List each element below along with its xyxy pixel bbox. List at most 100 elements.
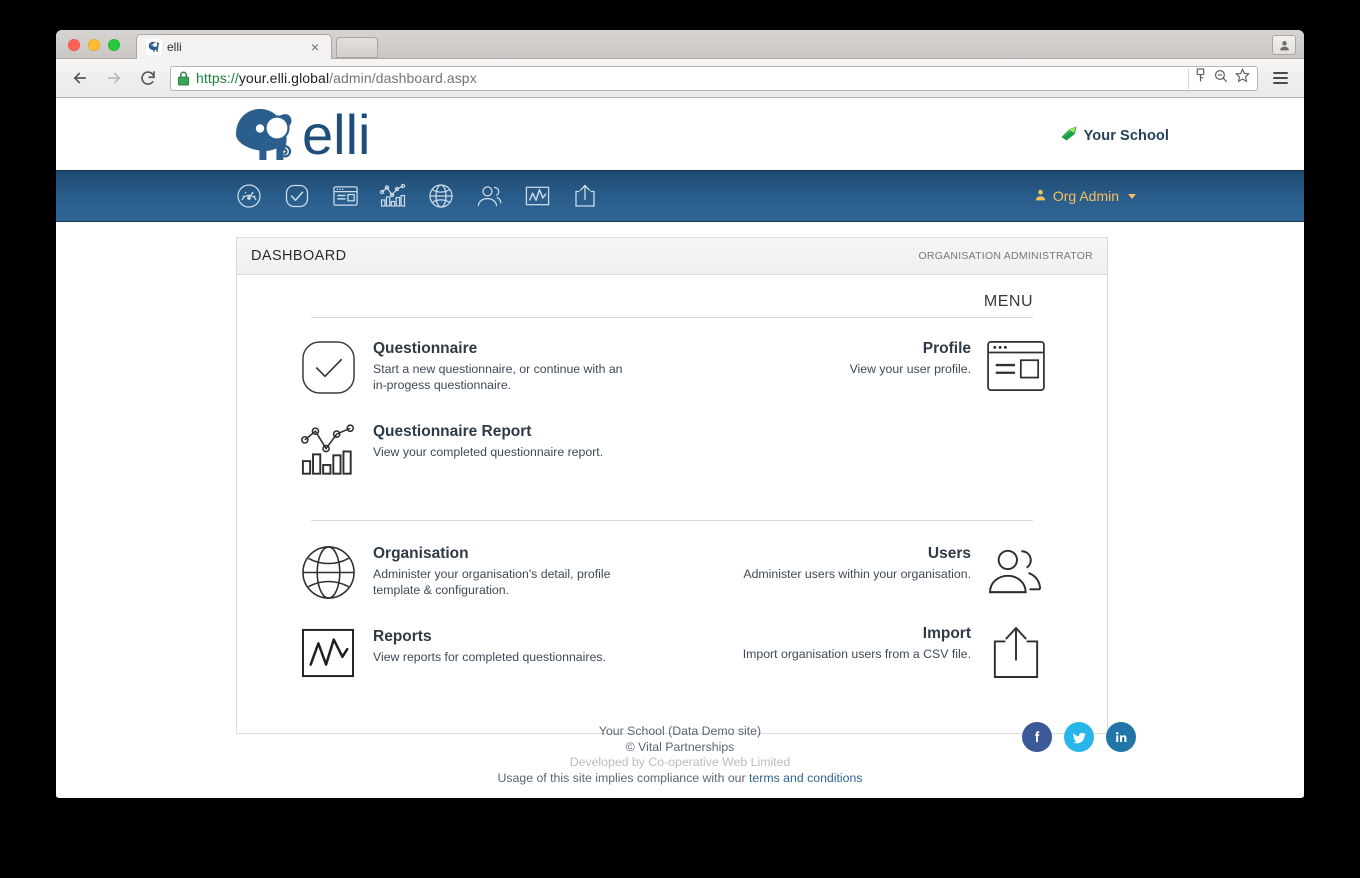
new-tab-button[interactable] <box>336 37 378 58</box>
organisation-globe-icon[interactable] <box>426 181 456 211</box>
elli-elephant-logo: elli <box>236 103 370 164</box>
url-scheme: https:// <box>196 70 239 86</box>
browser-toolbar: https://your.elli.global/admin/dashboard… <box>56 59 1304 98</box>
menu-item-desc: View reports for completed questionnaire… <box>373 650 606 664</box>
menu-item-reports[interactable]: Reports View reports for completed quest… <box>297 626 662 678</box>
terms-and-conditions-link[interactable]: terms and conditions <box>749 771 862 785</box>
browser-window: elli × https://your.elli.global/admin/da… <box>56 30 1304 798</box>
divider-middle <box>311 520 1033 521</box>
menu-group-one-left: Questionnaire Start a new questionnaire,… <box>297 338 672 504</box>
menu-item-desc: Administer users within your organisatio… <box>743 567 971 581</box>
users-people-icon <box>985 543 1047 597</box>
import-upload-icon <box>985 623 1047 679</box>
menu-item-desc: Start a new questionnaire, or continue w… <box>373 362 623 392</box>
navigation-icons <box>234 181 600 211</box>
menu-group-two-left: Organisation Administer your organisatio… <box>297 543 672 705</box>
main-navigation-bar: Org Admin <box>56 170 1304 222</box>
browser-tab-strip: elli × <box>56 30 1304 59</box>
school-badge: Your School <box>1059 123 1169 148</box>
twitter-icon[interactable] <box>1064 722 1094 752</box>
menu-item-text: Profile View your user profile. <box>682 338 971 377</box>
menu-item-text: Users Administer users within your organ… <box>682 543 971 582</box>
menu-item-desc: Import organisation users from a CSV fil… <box>742 647 971 661</box>
users-people-icon[interactable] <box>474 181 504 211</box>
questionnaire-report-chart-icon <box>297 421 359 478</box>
menu-item-title: Organisation <box>373 545 469 562</box>
chevron-down-icon <box>1128 193 1136 199</box>
questionnaire-check-icon[interactable] <box>282 181 312 211</box>
social-links <box>1022 722 1136 752</box>
browser-tab-title: elli <box>167 40 182 54</box>
elli-elephant-favicon <box>146 39 162 55</box>
profile-window-icon <box>985 338 1047 392</box>
menu-group-one-right: Profile View your user profile. <box>672 338 1047 504</box>
user-menu-label: Org Admin <box>1052 188 1119 204</box>
menu-item-profile[interactable]: Profile View your user profile. <box>682 338 1047 392</box>
minimize-window-button[interactable] <box>88 39 100 51</box>
menu-item-title: Questionnaire Report <box>373 423 532 440</box>
menu-item-import[interactable]: Import Import organisation users from a … <box>682 623 1047 679</box>
menu-item-desc: View your completed questionnaire report… <box>373 445 604 459</box>
organisation-globe-icon <box>297 543 359 600</box>
reports-graph-icon[interactable] <box>522 181 552 211</box>
menu-item-text: Questionnaire Report View your completed… <box>373 421 662 460</box>
dashboard-gauge-icon[interactable] <box>234 181 264 211</box>
menu-item-text: Import Import organisation users from a … <box>682 623 971 662</box>
menu-heading: MENU <box>983 293 1033 310</box>
forward-arrow-icon <box>100 64 128 92</box>
key-icon[interactable] <box>1194 68 1207 88</box>
page-body: DASHBOARD ORGANISATION ADMINISTRATOR MEN… <box>56 222 1304 785</box>
divider-top <box>311 317 1033 318</box>
footer-line-4: Usage of this site implies compliance wi… <box>56 771 1304 787</box>
padlock-icon <box>177 71 190 86</box>
linkedin-icon[interactable] <box>1106 722 1136 752</box>
close-window-button[interactable] <box>68 39 80 51</box>
green-leaf-logo <box>1059 123 1079 148</box>
bookmark-star-icon[interactable] <box>1234 68 1251 88</box>
menu-item-text: Questionnaire Start a new questionnaire,… <box>373 338 662 393</box>
zoom-out-icon[interactable] <box>1214 69 1228 88</box>
user-menu[interactable]: Org Admin <box>1034 188 1136 205</box>
dashboard-card-header: DASHBOARD ORGANISATION ADMINISTRATOR <box>237 238 1107 275</box>
menu-item-title: Users <box>927 545 971 562</box>
import-upload-icon[interactable] <box>570 181 600 211</box>
menu-item-text: Reports View reports for completed quest… <box>373 626 662 665</box>
menu-item-desc: Administer your organisation's detail, p… <box>373 567 611 597</box>
site-header: elli Your School <box>56 98 1304 170</box>
user-profile-icon[interactable] <box>1272 35 1296 55</box>
menu-item-title: Reports <box>373 628 432 645</box>
reload-icon[interactable] <box>134 64 162 92</box>
menu-item-title: Import <box>922 625 971 642</box>
url-path: /admin/dashboard.aspx <box>329 70 477 86</box>
dashboard-card-body: MENU Questionnaire Start a new questionn… <box>237 275 1107 733</box>
menu-item-users[interactable]: Users Administer users within your organ… <box>682 543 1047 597</box>
menu-item-text: Organisation Administer your organisatio… <box>373 543 662 598</box>
menu-item-organisation[interactable]: Organisation Administer your organisatio… <box>297 543 662 600</box>
user-avatar-icon <box>1034 188 1047 205</box>
questionnaire-check-icon <box>297 338 359 395</box>
close-icon[interactable]: × <box>311 39 319 55</box>
address-bar[interactable]: https://your.elli.global/admin/dashboard… <box>170 65 1258 91</box>
reports-graph-icon <box>297 626 359 678</box>
profile-window-icon[interactable] <box>330 181 360 211</box>
questionnaire-report-chart-icon[interactable] <box>378 181 408 211</box>
menu-item-title: Questionnaire <box>373 340 478 357</box>
back-arrow-icon[interactable] <box>66 64 94 92</box>
maximize-window-button[interactable] <box>108 39 120 51</box>
footer-line-3: Developed by Co-operative Web Limited <box>569 755 791 769</box>
url-host: your.elli.global <box>238 70 330 86</box>
brand-logo[interactable]: elli <box>234 102 379 164</box>
menu-group-two: Organisation Administer your organisatio… <box>297 543 1047 705</box>
school-name: Your School <box>1083 127 1169 144</box>
menu-item-questionnaire[interactable]: Questionnaire Start a new questionnaire,… <box>297 338 662 395</box>
hamburger-menu-icon[interactable] <box>1266 64 1294 92</box>
page-viewport: elli Your School Org Admin DASHBOARD ORG… <box>56 98 1304 797</box>
browser-tab[interactable]: elli × <box>136 34 332 59</box>
menu-item-questionnaire-report[interactable]: Questionnaire Report View your completed… <box>297 421 662 478</box>
dashboard-card: DASHBOARD ORGANISATION ADMINISTRATOR MEN… <box>236 237 1108 734</box>
facebook-icon[interactable] <box>1022 722 1052 752</box>
menu-item-desc: View your user profile. <box>849 362 971 376</box>
role-label: ORGANISATION ADMINISTRATOR <box>918 250 1093 262</box>
footer-compliance-text: Usage of this site implies compliance wi… <box>497 770 750 785</box>
menu-group-one: Questionnaire Start a new questionnaire,… <box>297 338 1047 504</box>
